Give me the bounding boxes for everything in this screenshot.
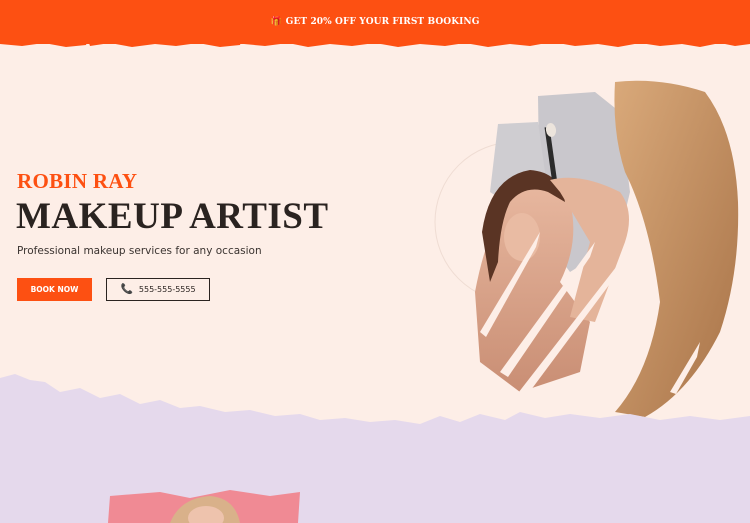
hero-subtitle: ROBIN RAY (17, 169, 138, 193)
hero-description: Professional makeup services for any occ… (17, 245, 262, 257)
phone-button[interactable]: 📞 555-555-5555 (106, 278, 210, 301)
gift-icon: 🎁 (270, 17, 282, 27)
hero-title: MAKEUP ARTIST (16, 196, 329, 237)
promo-text: GET 20% OFF YOUR FIRST BOOKING (285, 17, 480, 27)
phone-number: 555-555-5555 (138, 285, 196, 294)
torn-paper-edge (0, 34, 750, 47)
phone-icon: 📞 (120, 283, 133, 295)
book-now-button[interactable]: BOOK NOW (17, 278, 92, 301)
next-section-image (108, 490, 300, 523)
